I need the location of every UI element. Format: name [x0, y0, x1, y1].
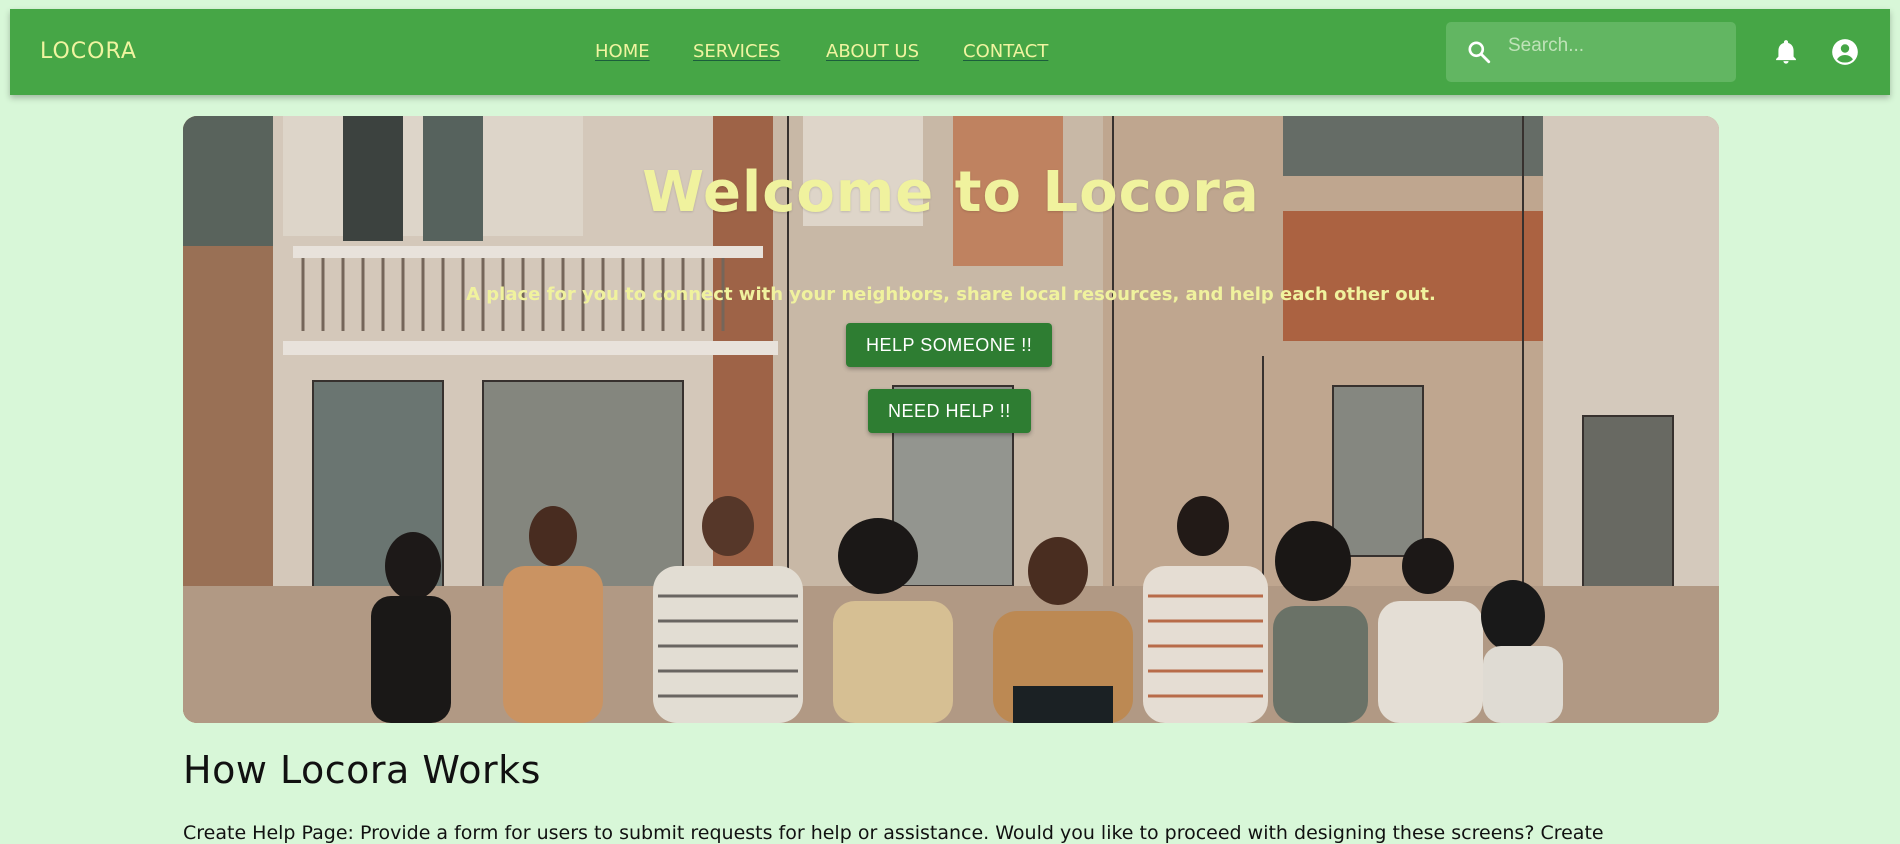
search-icon [1468, 41, 1491, 64]
help-someone-button[interactable]: HELP SOMEONE !! [846, 323, 1053, 367]
nav-services[interactable]: SERVICES [693, 9, 780, 95]
nav-home[interactable]: HOME [595, 9, 650, 95]
nav-contact[interactable]: CONTACT [963, 9, 1048, 95]
app-bar: LOCORA HOME SERVICES ABOUT US CONTACT [10, 9, 1890, 95]
hero-subtitle: A place for you to connect with your nei… [466, 284, 1436, 305]
account-circle-icon[interactable] [1831, 38, 1859, 66]
nav-about-us[interactable]: ABOUT US [826, 9, 919, 95]
hero-title: Welcome to Locora [642, 160, 1260, 225]
section-title: How Locora Works [183, 748, 541, 792]
hero-banner: Welcome to Locora A place for you to con… [183, 116, 1719, 723]
bell-icon[interactable] [1772, 38, 1800, 66]
need-help-button[interactable]: NEED HELP !! [868, 389, 1031, 433]
search-box[interactable] [1446, 22, 1736, 82]
brand-logo[interactable]: LOCORA [40, 9, 137, 95]
search-input[interactable] [1506, 32, 1730, 60]
